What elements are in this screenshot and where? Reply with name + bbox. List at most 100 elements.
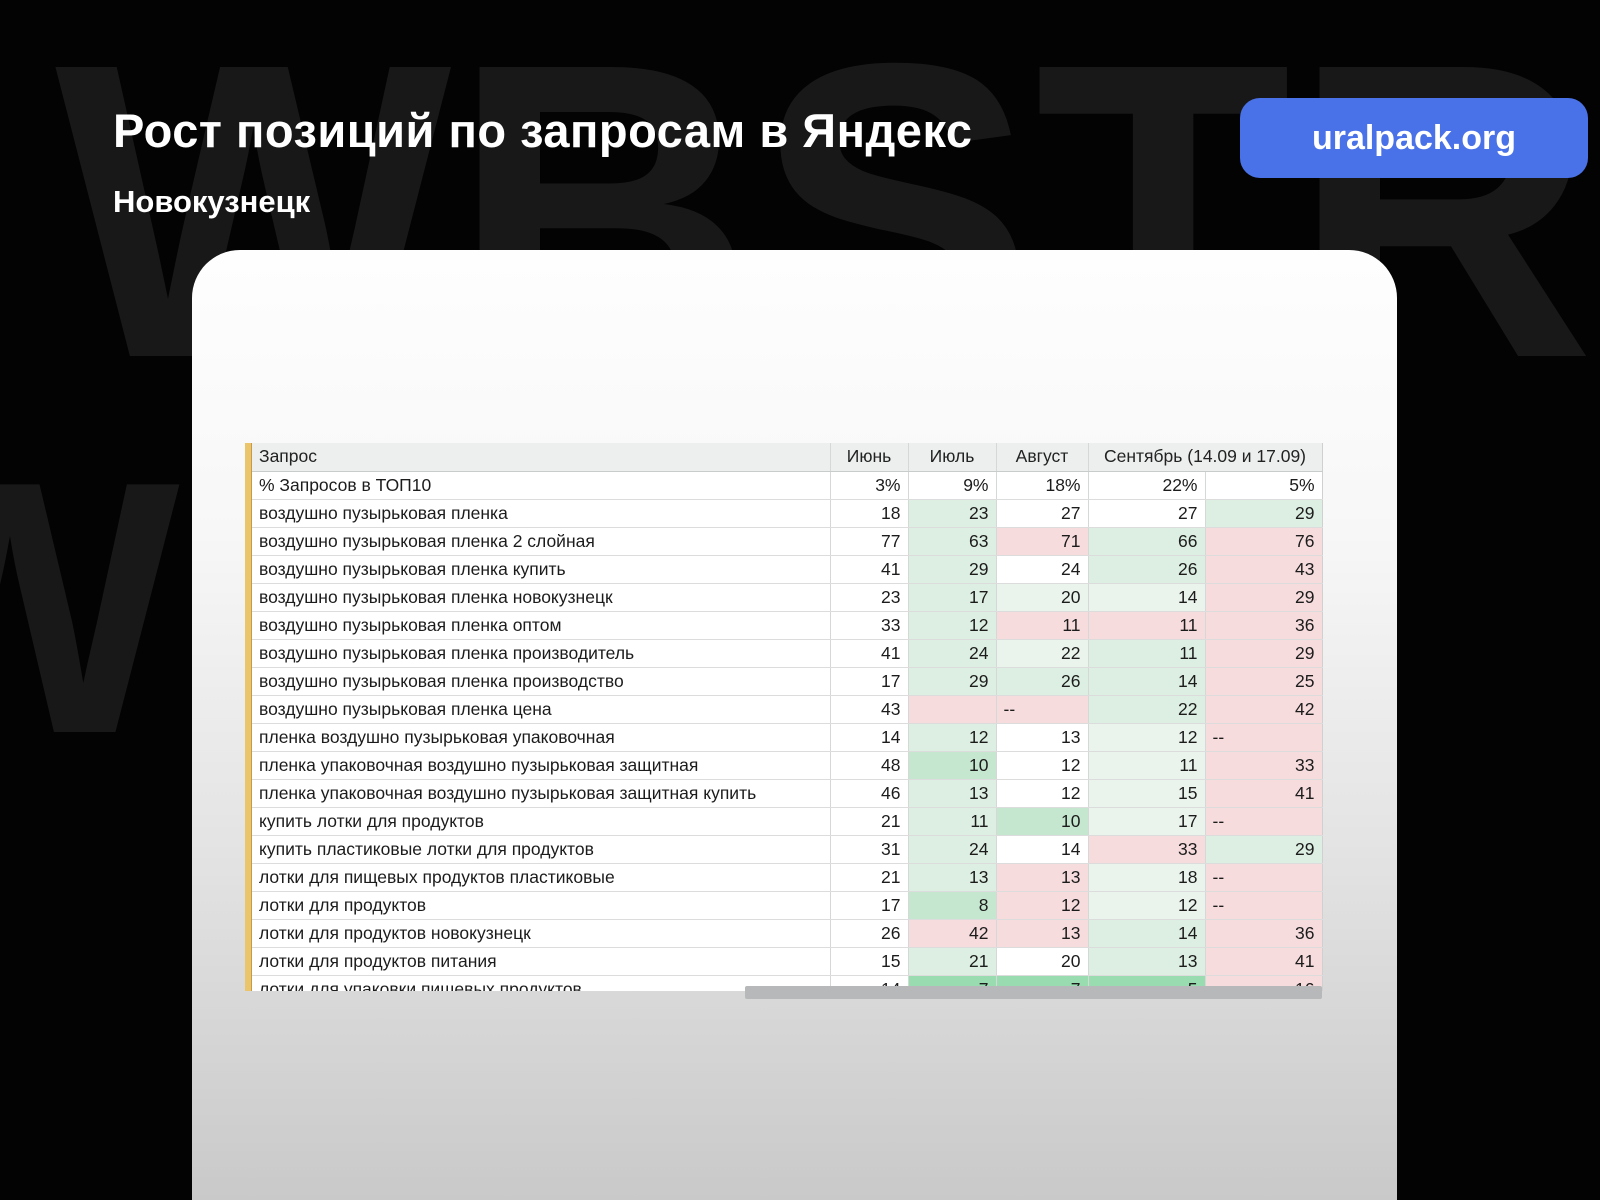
value-cell: 17	[1088, 807, 1205, 835]
value-cell: 20	[996, 583, 1088, 611]
table-row: купить пластиковые лотки для продуктов31…	[252, 835, 1322, 863]
site-badge-label: uralpack.org	[1312, 119, 1516, 158]
value-cell: 13	[1088, 947, 1205, 975]
query-cell: лотки для продуктов	[252, 891, 830, 919]
table-row: воздушно пузырьковая пленка 2 слойная776…	[252, 527, 1322, 555]
value-cell: 21	[830, 807, 908, 835]
value-cell: 29	[908, 667, 996, 695]
value-cell: --	[996, 695, 1088, 723]
value-cell: 18	[830, 499, 908, 527]
value-cell: 26	[1088, 555, 1205, 583]
value-cell: 29	[1205, 583, 1322, 611]
value-cell: 24	[908, 835, 996, 863]
value-cell: 48	[830, 751, 908, 779]
value-cell: 13	[996, 919, 1088, 947]
value-cell: 9%	[908, 471, 996, 499]
value-cell: 12	[1088, 723, 1205, 751]
value-cell: 24	[908, 639, 996, 667]
value-cell: 15	[1088, 779, 1205, 807]
value-cell: 12	[1088, 891, 1205, 919]
query-cell: воздушно пузырьковая пленка купить	[252, 555, 830, 583]
horizontal-scrollbar[interactable]	[745, 986, 1322, 999]
table-row: воздушно пузырьковая пленка оптом3312111…	[252, 611, 1322, 639]
query-cell: воздушно пузырьковая пленка цена	[252, 695, 830, 723]
column-header: Запрос	[252, 443, 830, 471]
positions-table: ЗапросИюньИюльАвгустСентябрь (14.09 и 17…	[252, 443, 1323, 991]
value-cell: 14	[1088, 919, 1205, 947]
value-cell: --	[1205, 863, 1322, 891]
value-cell: 36	[1205, 919, 1322, 947]
value-cell: 23	[830, 583, 908, 611]
value-cell: 29	[1205, 639, 1322, 667]
value-cell: 41	[830, 639, 908, 667]
table-header: ЗапросИюньИюльАвгустСентябрь (14.09 и 17…	[252, 443, 1322, 471]
value-cell: 14	[1088, 583, 1205, 611]
table-row: воздушно пузырьковая пленка цена43--2242	[252, 695, 1322, 723]
table-body: % Запросов в ТОП103%9%18%22%5%воздушно п…	[252, 471, 1322, 991]
value-cell: 14	[1088, 667, 1205, 695]
value-cell: 12	[996, 891, 1088, 919]
table-row: пленка упаковочная воздушно пузырьковая …	[252, 779, 1322, 807]
value-cell: 11	[1088, 611, 1205, 639]
value-cell: 22	[996, 639, 1088, 667]
value-cell: 71	[996, 527, 1088, 555]
query-cell: лотки для продуктов новокузнецк	[252, 919, 830, 947]
value-cell: 17	[830, 891, 908, 919]
value-cell: 13	[908, 779, 996, 807]
value-cell: 43	[830, 695, 908, 723]
value-cell: 63	[908, 527, 996, 555]
value-cell: 41	[830, 555, 908, 583]
value-cell: 33	[830, 611, 908, 639]
table-row: воздушно пузырьковая пленка1823272729	[252, 499, 1322, 527]
value-cell: 22%	[1088, 471, 1205, 499]
slide: WBSTR WBSTR Рост позиций по запросам в Я…	[0, 0, 1600, 1200]
value-cell: 18%	[996, 471, 1088, 499]
table-row: купить лотки для продуктов21111017--	[252, 807, 1322, 835]
site-badge[interactable]: uralpack.org	[1240, 98, 1588, 178]
value-cell: 24	[996, 555, 1088, 583]
table-header-row: ЗапросИюньИюльАвгустСентябрь (14.09 и 17…	[252, 443, 1322, 471]
value-cell: 12	[908, 611, 996, 639]
value-cell: --	[1205, 891, 1322, 919]
value-cell: 13	[908, 863, 996, 891]
value-cell: 43	[1205, 555, 1322, 583]
value-cell: 42	[908, 919, 996, 947]
value-cell	[908, 695, 996, 723]
value-cell: --	[1205, 807, 1322, 835]
value-cell: 31	[830, 835, 908, 863]
value-cell: 29	[908, 555, 996, 583]
value-cell: 46	[830, 779, 908, 807]
value-cell: 11	[1088, 639, 1205, 667]
value-cell: 29	[1205, 499, 1322, 527]
value-cell: 20	[996, 947, 1088, 975]
value-cell: 10	[996, 807, 1088, 835]
query-cell: лотки для упаковки пищевых продуктов	[252, 975, 830, 991]
query-cell: купить пластиковые лотки для продуктов	[252, 835, 830, 863]
table-row: воздушно пузырьковая пленка производство…	[252, 667, 1322, 695]
query-cell: воздушно пузырьковая пленка оптом	[252, 611, 830, 639]
value-cell: 15	[830, 947, 908, 975]
value-cell: 33	[1088, 835, 1205, 863]
table-row: лотки для продуктов новокузнецк264213143…	[252, 919, 1322, 947]
query-cell: лотки для продуктов питания	[252, 947, 830, 975]
value-cell: 17	[908, 583, 996, 611]
query-cell: воздушно пузырьковая пленка	[252, 499, 830, 527]
value-cell: 3%	[830, 471, 908, 499]
query-cell: купить лотки для продуктов	[252, 807, 830, 835]
value-cell: --	[1205, 723, 1322, 751]
value-cell: 11	[996, 611, 1088, 639]
value-cell: 11	[908, 807, 996, 835]
table-row: пленка воздушно пузырьковая упаковочная1…	[252, 723, 1322, 751]
value-cell: 14	[830, 723, 908, 751]
value-cell: 66	[1088, 527, 1205, 555]
column-header: Июль	[908, 443, 996, 471]
value-cell: 13	[996, 723, 1088, 751]
value-cell: 14	[996, 835, 1088, 863]
value-cell: 33	[1205, 751, 1322, 779]
value-cell: 11	[1088, 751, 1205, 779]
value-cell: 22	[1088, 695, 1205, 723]
value-cell: 21	[830, 863, 908, 891]
positions-table-wrap: ЗапросИюньИюльАвгустСентябрь (14.09 и 17…	[252, 443, 1323, 991]
value-cell: 5%	[1205, 471, 1322, 499]
value-cell: 8	[908, 891, 996, 919]
